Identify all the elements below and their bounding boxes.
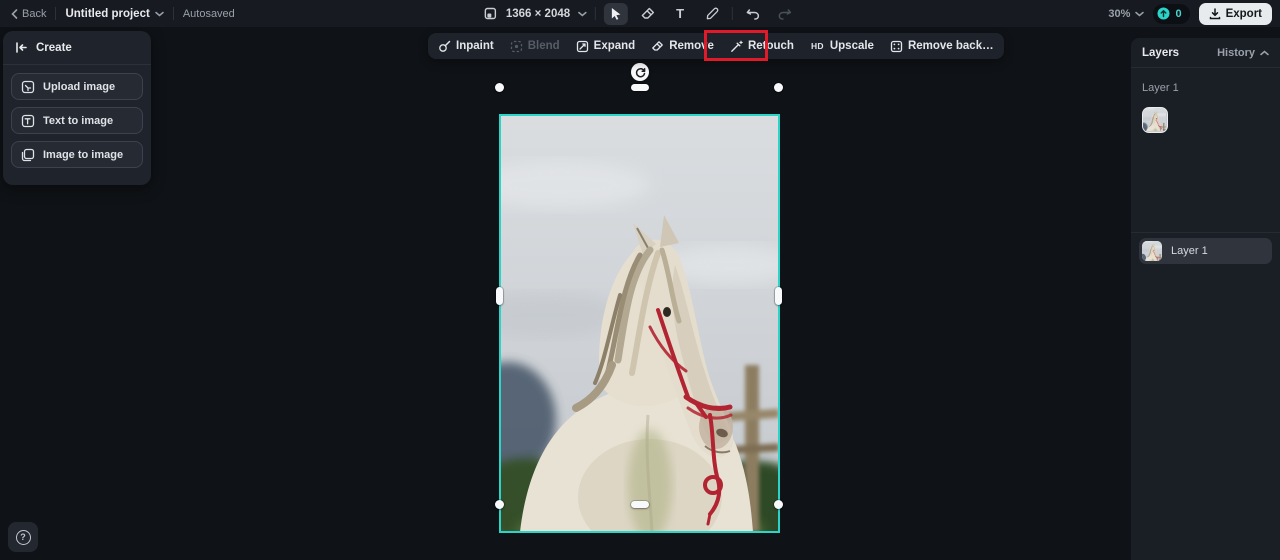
upload-image-button[interactable]: Upload image	[11, 73, 143, 100]
collapse-panel-icon[interactable]	[15, 42, 28, 53]
selection-handle-top-left[interactable]	[495, 83, 504, 92]
topbar: Back Untitled project Autosaved 1366 × 2…	[0, 0, 1280, 27]
image-to-image-icon	[21, 148, 35, 161]
export-button[interactable]: Export	[1198, 2, 1272, 25]
select-tool-button[interactable]	[604, 2, 629, 25]
text-to-image-icon	[21, 114, 35, 127]
edit-toolbar: Inpaint Blend Expand Remove Retouch HD U…	[428, 33, 1004, 59]
selection-handle-top-right[interactable]	[774, 83, 783, 92]
canvas-resize-icon[interactable]	[483, 6, 498, 21]
layer-thumbnail	[1142, 241, 1162, 261]
divider	[595, 7, 597, 20]
create-panel-title: Create	[36, 41, 72, 54]
export-label: Export	[1225, 7, 1262, 20]
project-name-menu[interactable]: Untitled project	[65, 7, 164, 20]
image-to-image-button[interactable]: Image to image	[11, 141, 143, 168]
inpaint-icon	[439, 40, 451, 52]
upload-image-label: Upload image	[43, 80, 116, 93]
undo-icon	[746, 8, 760, 20]
help-button[interactable]: ?	[8, 522, 38, 552]
rotate-handle[interactable]	[631, 63, 649, 81]
chevron-down-icon	[1135, 11, 1145, 16]
image-to-image-label: Image to image	[43, 148, 124, 161]
remove-background-icon	[890, 40, 903, 52]
horse-photo	[500, 115, 779, 532]
rotate-icon	[635, 67, 645, 77]
divider	[732, 7, 734, 20]
create-panel: Create Upload image Text to image Image …	[3, 31, 151, 185]
canvas-stage[interactable]	[0, 27, 1280, 560]
zoom-level: 30%	[1108, 7, 1131, 20]
credits-coin-icon	[1157, 7, 1170, 20]
history-label: History	[1217, 46, 1255, 59]
text-tool-icon: T	[676, 6, 685, 21]
remove-eraser-icon	[652, 40, 664, 51]
help-icon: ?	[15, 529, 31, 545]
undo-button[interactable]	[741, 3, 765, 25]
zoom-level-menu[interactable]: 30%	[1108, 7, 1145, 20]
text-to-image-button[interactable]: Text to image	[11, 107, 143, 134]
redo-button[interactable]	[773, 3, 797, 25]
chevron-down-icon	[155, 11, 164, 16]
blend-label: Blend	[527, 40, 560, 52]
back-button[interactable]: Back	[11, 8, 46, 20]
retouch-button[interactable]: Retouch	[730, 40, 794, 53]
retouch-label: Retouch	[747, 40, 794, 52]
blend-button[interactable]: Blend	[510, 40, 560, 53]
history-item-label: Layer 1	[1142, 82, 1179, 94]
history-item-thumbnail[interactable]	[1142, 107, 1168, 133]
autosave-status: Autosaved	[182, 7, 235, 20]
history-toggle[interactable]: History	[1217, 47, 1269, 59]
remove-background-label: Remove back…	[907, 40, 994, 52]
draw-tool-button[interactable]	[700, 3, 724, 25]
expand-icon	[576, 40, 588, 52]
inpaint-button[interactable]: Inpaint	[438, 40, 494, 53]
project-name: Untitled project	[65, 7, 150, 20]
selection-handle-right[interactable]	[775, 287, 782, 305]
divider	[172, 7, 174, 20]
selection-handle-bottom-left[interactable]	[495, 500, 504, 509]
history-thumbnail-image	[1143, 108, 1166, 131]
chevron-up-icon	[1260, 50, 1269, 55]
chevron-down-icon[interactable]	[578, 11, 587, 17]
eraser-icon	[641, 7, 655, 19]
text-tool-button[interactable]: T	[668, 3, 692, 25]
retouch-wand-icon	[731, 40, 743, 52]
layer-thumbnail-image	[1142, 241, 1162, 261]
download-icon	[1209, 7, 1220, 19]
back-label: Back	[22, 7, 47, 20]
pen-icon	[706, 7, 719, 20]
layer-row-label: Layer 1	[1171, 245, 1208, 257]
selection-handle-bottom[interactable]	[631, 501, 649, 508]
credits-badge[interactable]: 0	[1153, 3, 1190, 24]
redo-icon	[778, 8, 792, 20]
divider	[1131, 232, 1280, 233]
divider	[55, 7, 57, 20]
canvas-size-value: 1366 × 2048	[505, 7, 571, 20]
chevron-left-icon	[11, 8, 18, 19]
eraser-tool-button[interactable]	[636, 3, 660, 25]
layers-panel: Layers History Layer 1 Layer 1	[1131, 38, 1280, 560]
selection-handle-left[interactable]	[496, 287, 503, 305]
expand-button[interactable]: Expand	[576, 40, 636, 53]
layer-row[interactable]: Layer 1	[1139, 238, 1272, 264]
inpaint-label: Inpaint	[456, 40, 494, 52]
layers-panel-title: Layers	[1142, 46, 1180, 59]
remove-label: Remove	[669, 40, 714, 52]
text-to-image-label: Text to image	[43, 114, 114, 127]
expand-label: Expand	[593, 40, 636, 52]
cursor-icon	[612, 8, 621, 20]
remove-background-button[interactable]: Remove back…	[890, 40, 994, 53]
upload-image-icon	[21, 80, 35, 93]
hd-icon: HD	[810, 41, 824, 51]
credits-count: 0	[1175, 7, 1182, 20]
upscale-label: Upscale	[829, 40, 874, 52]
remove-button[interactable]: Remove	[651, 40, 714, 53]
blend-icon	[510, 40, 522, 52]
upscale-button[interactable]: HD Upscale	[810, 40, 874, 52]
selection-handle-bottom-right[interactable]	[774, 500, 783, 509]
canvas-layer-image[interactable]	[499, 114, 780, 533]
selection-handle-top[interactable]	[631, 84, 649, 91]
